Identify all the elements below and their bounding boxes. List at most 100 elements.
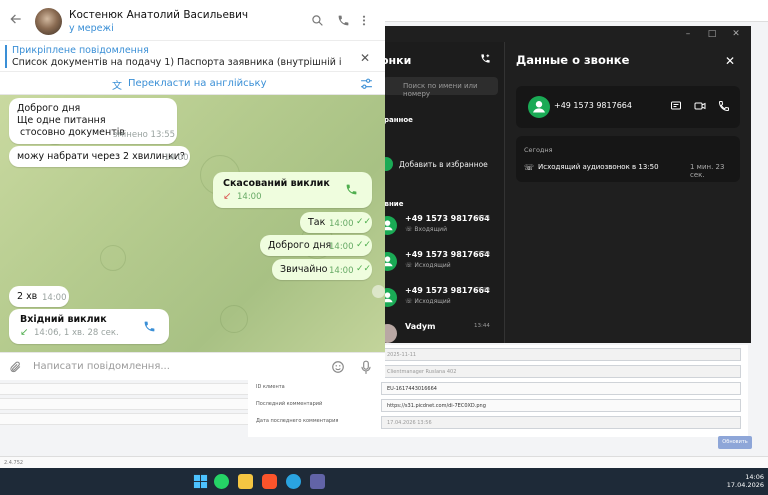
missed-call-arrow-icon: ↙ — [223, 191, 232, 202]
chat-header: Костенюк Анатолий Васильевич у мережі — [0, 0, 385, 40]
message-icon[interactable] — [670, 100, 682, 112]
message-line: стосовно документів — [17, 127, 126, 138]
translate-icon: 文 — [112, 81, 122, 92]
message-text: Доброго дня — [268, 240, 332, 251]
incoming-message[interactable]: можу набрати через 2 хвилинки? 14:00 — [9, 146, 190, 167]
call-time: 13:44 — [474, 323, 490, 329]
avatar[interactable] — [35, 8, 62, 35]
calls-search-input[interactable]: Поиск по имени или номеру — [383, 77, 498, 98]
call-title: Скасований виклик — [223, 178, 330, 189]
form-label: Дата последнего комментария — [256, 418, 339, 424]
settings-sliders-icon[interactable] — [360, 78, 373, 90]
scroll-down-button[interactable] — [372, 285, 385, 298]
list-item[interactable] — [0, 413, 248, 425]
phone-icon[interactable] — [337, 14, 350, 27]
call-list-item[interactable]: +49 1573 9817664 13:50 ☏ Исходящий — [375, 248, 505, 284]
call-title: Вхідний виклик — [20, 314, 107, 325]
phone-icon[interactable] — [345, 183, 358, 196]
calls-title: онки — [381, 54, 412, 67]
video-call-icon[interactable] — [694, 100, 706, 112]
background-list — [0, 380, 248, 440]
window-titlebar: – □ ✕ — [375, 26, 751, 42]
brave-browser-icon[interactable] — [262, 474, 277, 489]
pinned-message-bar[interactable]: Прикріплене повідомлення Список документ… — [0, 40, 385, 71]
minimize-icon[interactable]: – — [683, 29, 693, 39]
taskbar: 14:06 17.04.2026 — [0, 468, 768, 495]
list-item[interactable] — [0, 398, 248, 410]
last-comment-date-field: 17.04.2026 13:56 — [381, 416, 741, 429]
add-favorite-label[interactable]: Добавить в избранное — [399, 160, 488, 169]
call-direction: ☏ Входящий — [405, 226, 447, 233]
call-list-item[interactable]: +49 1573 9817664 14:03 ☏ Входящий — [375, 212, 505, 248]
close-window-icon[interactable]: ✕ — [731, 29, 741, 39]
message-time: 14:06, 1 хв. 28 сек. — [34, 328, 119, 338]
wallpaper-pattern — [220, 305, 248, 333]
wallpaper-pattern — [100, 245, 126, 271]
call-details-title: Данные о звонке — [516, 53, 630, 67]
contact-number: +49 1573 9817664 — [554, 101, 632, 110]
translate-button[interactable]: Перекласти на англійську — [128, 78, 267, 89]
emoji-icon[interactable] — [331, 360, 345, 374]
message-time: 14:00 — [164, 153, 189, 163]
manager-field[interactable]: Clientmanager Ruslana 402 — [381, 365, 741, 378]
contact-name[interactable]: Костенюк Анатолий Васильевич — [69, 9, 248, 21]
call-duration: 1 мин. 23 сек. — [690, 163, 725, 179]
maximize-icon[interactable]: □ — [707, 29, 717, 39]
attach-icon[interactable] — [9, 360, 22, 374]
call-direction-text: Исходящий — [414, 298, 451, 305]
call-history-card: Сегодня ☏ Исходящий аудиозвонок в 13:50 … — [516, 136, 740, 182]
update-button[interactable]: Обновить — [718, 436, 752, 449]
contact-card: +49 1573 9817664 — [516, 86, 740, 128]
call-number: Vadym — [405, 322, 436, 331]
client-id-field[interactable]: EU-1617443016664 — [381, 382, 741, 395]
message-time: 14:00 — [329, 219, 354, 229]
form-label: Последний комментарий — [256, 401, 323, 407]
new-call-icon[interactable] — [480, 53, 491, 64]
more-vertical-icon[interactable] — [361, 14, 367, 27]
pinned-text: Список документів на подачу 1) Паспорта … — [12, 57, 342, 68]
pinned-title: Прикріплене повідомлення — [12, 45, 149, 56]
call-direction: ☏ Исходящий — [405, 298, 451, 305]
outgoing-call-icon: ☏ — [524, 163, 535, 172]
call-list-item[interactable]: +49 1573 9817664 13:49 ☏ Исходящий — [375, 284, 505, 320]
last-comment-field[interactable]: https://s31.picdnet.com/di-7EC0XD.png — [381, 399, 741, 412]
phone-icon[interactable] — [143, 320, 156, 333]
list-item[interactable] — [0, 383, 248, 395]
online-status: у мережі — [69, 23, 114, 34]
file-explorer-icon[interactable] — [238, 474, 253, 489]
form-label: ID клиента — [256, 384, 285, 390]
outgoing-message[interactable]: Так 14:00 ✓✓ — [300, 212, 372, 233]
cancelled-call-message[interactable]: Скасований виклик ↙ 14:00 — [213, 172, 372, 208]
message-time: 14:00 — [329, 266, 354, 276]
message-text: можу набрати через 2 хвилинки? — [17, 151, 185, 162]
system-clock[interactable]: 14:06 17.04.2026 — [712, 473, 764, 489]
calls-window: – □ ✕ онки Поиск по имени или номеру збр… — [375, 26, 751, 343]
call-list-item[interactable]: Vadym 13:44 — [375, 320, 505, 356]
read-checkmarks-icon: ✓✓ — [356, 240, 372, 250]
close-icon[interactable]: ✕ — [725, 54, 735, 68]
message-time: 14:00 — [329, 242, 354, 252]
incoming-call-arrow-icon: ↙ — [20, 327, 29, 338]
search-icon[interactable] — [311, 14, 324, 27]
form-row: ID клиента EU-1617443016664 — [248, 382, 748, 396]
message-text: Доброго дня Ще одне питання стосовно док… — [17, 103, 125, 139]
call-time: 13:50 — [474, 251, 490, 257]
incoming-call-message[interactable]: Вхідний виклик ↙ 14:06, 1 хв. 28 сек. — [9, 309, 169, 344]
outgoing-message[interactable]: Доброго дня 14:00 ✓✓ — [260, 235, 372, 256]
teams-icon[interactable] — [310, 474, 325, 489]
phone-icon[interactable] — [718, 100, 730, 112]
call-details-panel: Данные о звонке ✕ +49 1573 9817664 Сегод… — [506, 42, 751, 343]
form-row: Дата последнего комментария 17.04.2026 1… — [248, 416, 748, 430]
windows-start-icon[interactable] — [193, 474, 208, 489]
telegram-icon[interactable] — [286, 474, 301, 489]
close-icon[interactable]: ✕ — [360, 51, 370, 65]
message-input[interactable]: Написати повідомлення... — [33, 361, 170, 372]
incoming-message[interactable]: 2 хв 14:00 — [9, 286, 69, 307]
outgoing-message[interactable]: Звичайно 14:00 ✓✓ — [272, 259, 372, 280]
back-arrow-icon[interactable] — [9, 12, 23, 26]
microphone-icon[interactable] — [360, 360, 372, 375]
whatsapp-icon[interactable] — [214, 474, 229, 489]
incoming-message[interactable]: Доброго дня Ще одне питання стосовно док… — [9, 98, 177, 144]
message-time: 14:00 — [237, 192, 262, 202]
message-line: Доброго дня — [17, 103, 81, 114]
